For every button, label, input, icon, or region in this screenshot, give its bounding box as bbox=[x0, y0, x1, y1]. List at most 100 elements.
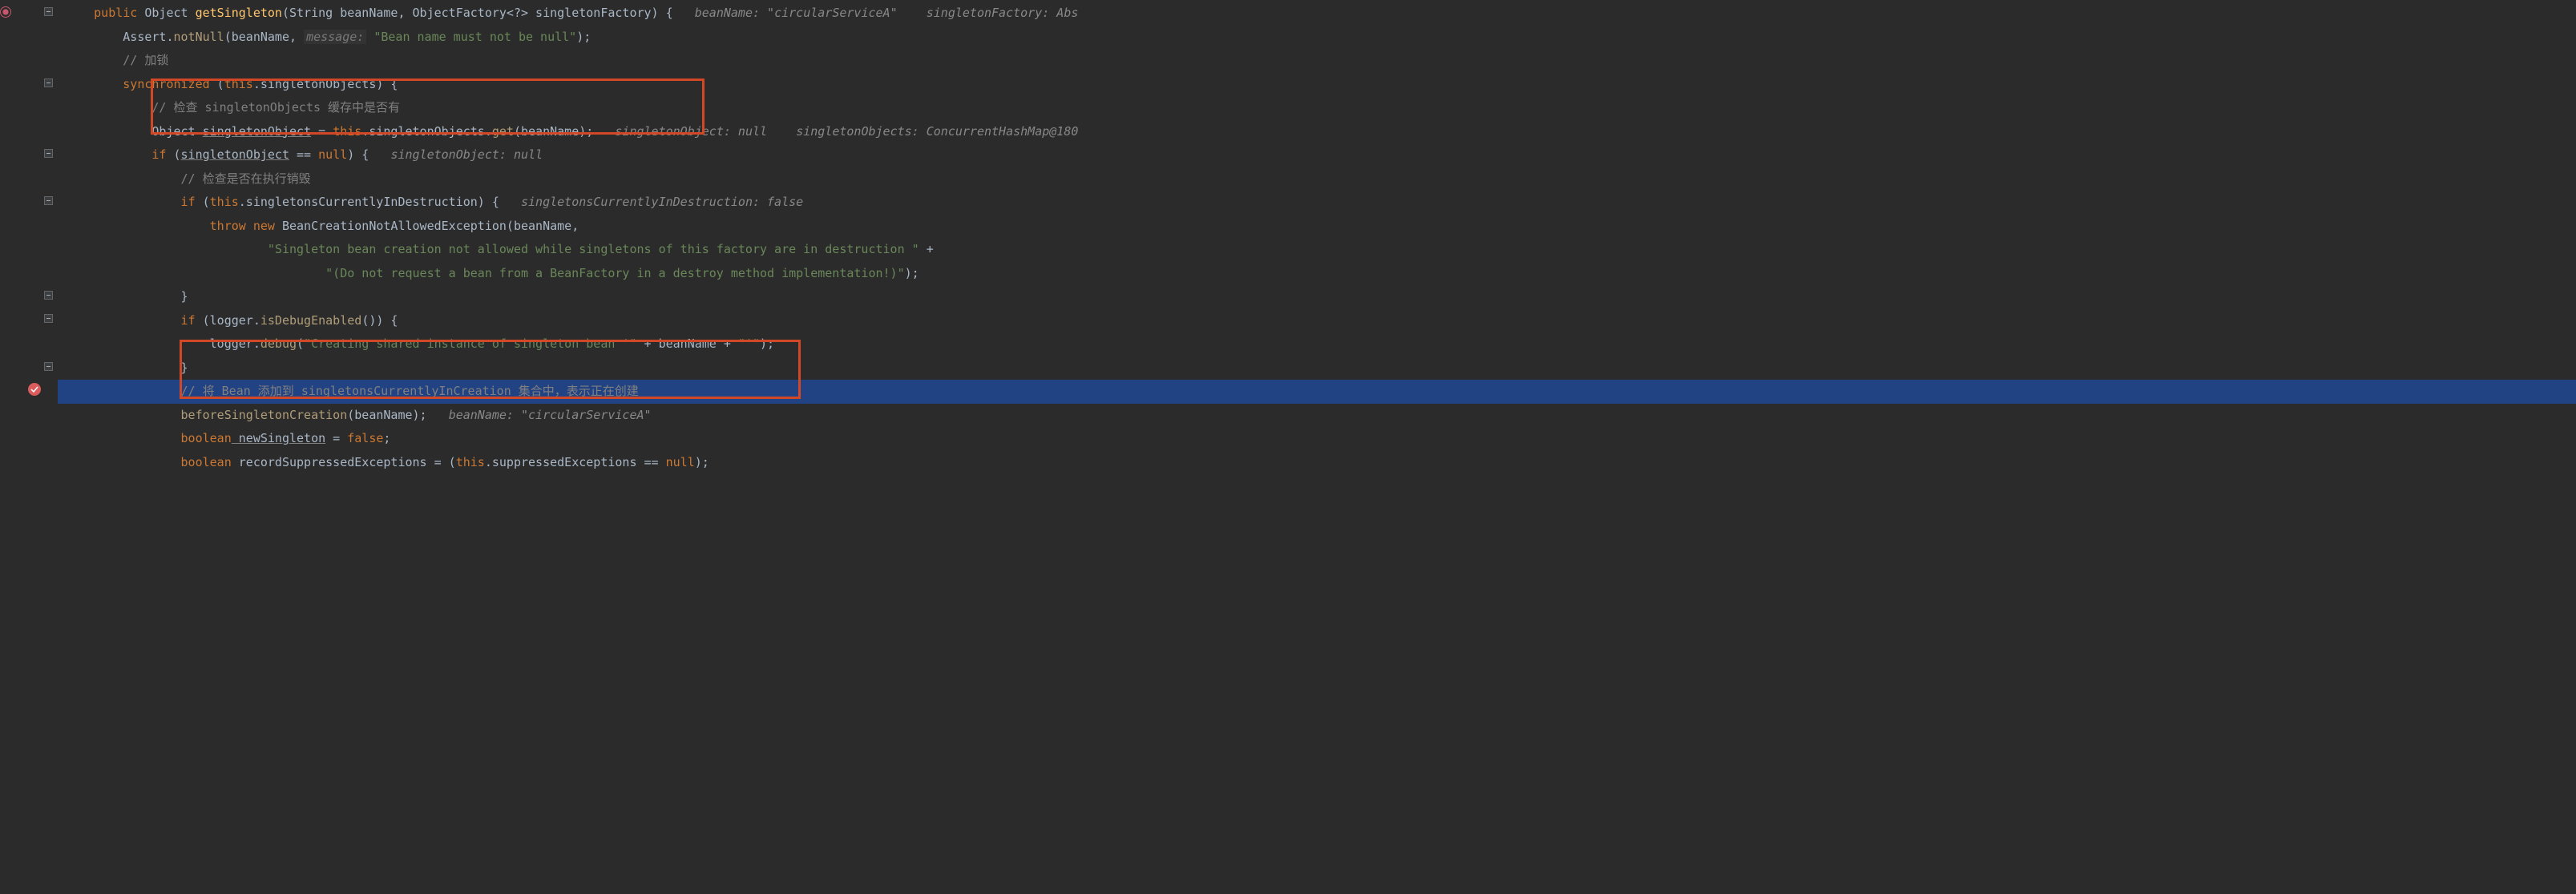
param-hint: message: bbox=[304, 30, 366, 44]
code: ); bbox=[576, 30, 591, 44]
code-line[interactable]: if (this.singletonsCurrentlyInDestructio… bbox=[58, 191, 2576, 215]
code: .singletonObjects. bbox=[361, 124, 492, 139]
keyword: synchronized bbox=[123, 77, 209, 91]
method-name: getSingleton bbox=[196, 6, 282, 20]
keyword: throw bbox=[210, 219, 246, 233]
editor-gutter[interactable] bbox=[0, 0, 58, 894]
code: (logger. bbox=[196, 313, 260, 328]
code-line[interactable]: boolean newSingleton = false; bbox=[58, 427, 2576, 451]
string: "Singleton bean creation not allowed whi… bbox=[268, 242, 919, 256]
code-line[interactable]: Object singletonObject = this.singletonO… bbox=[58, 120, 2576, 144]
variable: newSingleton bbox=[232, 431, 325, 445]
keyword: new bbox=[246, 219, 275, 233]
string: "(Do not request a bean from a BeanFacto… bbox=[325, 266, 904, 280]
code: (beanName); bbox=[347, 408, 426, 422]
code-line[interactable]: "Singleton bean creation not allowed whi… bbox=[58, 238, 2576, 262]
code: logger. bbox=[210, 336, 260, 351]
inlay-hint: singletonObject: null bbox=[615, 124, 767, 139]
code: + beanName + bbox=[636, 336, 737, 351]
variable: singletonObject bbox=[181, 147, 289, 162]
code: == bbox=[289, 147, 318, 162]
code: (beanName, bbox=[224, 30, 304, 44]
run-icon[interactable] bbox=[0, 6, 11, 18]
code: Assert. bbox=[123, 30, 173, 44]
code-line[interactable]: if (singletonObject == null) { singleton… bbox=[58, 143, 2576, 167]
code: .suppressedExceptions == bbox=[485, 455, 666, 469]
inlay-hint: singletonObject: null bbox=[390, 147, 543, 162]
code-line[interactable]: } bbox=[58, 285, 2576, 309]
code: ); bbox=[760, 336, 774, 351]
code: .singletonObjects bbox=[253, 77, 377, 91]
fold-icon[interactable] bbox=[44, 149, 53, 158]
code-line[interactable]: // 加锁 bbox=[58, 49, 2576, 73]
code: ()) { bbox=[361, 313, 398, 328]
string: "'" bbox=[738, 336, 760, 351]
string: "Bean name must not be null" bbox=[373, 30, 576, 44]
code: ( bbox=[166, 147, 180, 162]
keyword: if bbox=[181, 313, 196, 328]
code-area[interactable]: public Object getSingleton(String beanNa… bbox=[58, 0, 2576, 894]
comment: // 加锁 bbox=[123, 53, 168, 67]
code: ); bbox=[905, 266, 919, 280]
method-call: notNull bbox=[174, 30, 224, 44]
keyword: if bbox=[181, 195, 196, 209]
method-call: isDebugEnabled bbox=[260, 313, 361, 328]
fold-icon[interactable] bbox=[44, 314, 53, 323]
code: ( bbox=[210, 77, 224, 91]
keyword: false bbox=[347, 431, 383, 445]
code-line[interactable]: "(Do not request a bean from a BeanFacto… bbox=[58, 262, 2576, 286]
code-line[interactable]: if (logger.isDebugEnabled()) { bbox=[58, 309, 2576, 333]
method-call: beforeSingletonCreation bbox=[181, 408, 348, 422]
code: Object bbox=[151, 124, 202, 139]
fold-icon[interactable] bbox=[44, 7, 53, 16]
inlay-hint: beanName: "circularServiceA" bbox=[695, 6, 898, 20]
code: .singletonsCurrentlyInDestruction) { bbox=[239, 195, 499, 209]
breakpoint-icon[interactable] bbox=[28, 383, 41, 396]
keyword: boolean bbox=[181, 431, 232, 445]
checkmark-icon bbox=[30, 385, 38, 393]
type: Object bbox=[144, 6, 188, 20]
code-line[interactable]: Assert.notNull(beanName, message: "Bean … bbox=[58, 26, 2576, 50]
keyword: this bbox=[210, 195, 239, 209]
code-editor[interactable]: public Object getSingleton(String beanNa… bbox=[0, 0, 2576, 894]
keyword: if bbox=[151, 147, 166, 162]
fold-icon[interactable] bbox=[44, 362, 53, 371]
code: = bbox=[311, 124, 333, 139]
params: (String beanName, ObjectFactory<?> singl… bbox=[282, 6, 673, 20]
keyword: null bbox=[666, 455, 695, 469]
code-line[interactable]: // 检查是否在执行销毁 bbox=[58, 167, 2576, 191]
code: + bbox=[919, 242, 934, 256]
code: ) { bbox=[347, 147, 369, 162]
code-line[interactable]: synchronized (this.singletonObjects) { bbox=[58, 73, 2576, 97]
code-line[interactable]: public Object getSingleton(String beanNa… bbox=[58, 2, 2576, 26]
code: ) { bbox=[376, 77, 398, 91]
keyword: null bbox=[318, 147, 347, 162]
code: ( bbox=[297, 336, 304, 351]
keyword: this bbox=[333, 124, 361, 139]
code: = bbox=[325, 431, 347, 445]
code: ; bbox=[383, 431, 390, 445]
inlay-hint: singletonObjects: ConcurrentHashMap@180 bbox=[796, 124, 1078, 139]
comment: // 检查是否在执行销毁 bbox=[181, 171, 311, 186]
method-call: debug bbox=[260, 336, 297, 351]
fold-icon[interactable] bbox=[44, 79, 53, 87]
keyword: this bbox=[224, 77, 253, 91]
code-line[interactable]: beforeSingletonCreation(beanName); beanN… bbox=[58, 404, 2576, 428]
inlay-hint: beanName: "circularServiceA" bbox=[449, 408, 652, 422]
comment: // 将 Bean 添加到 singletonsCurrentlyInCreat… bbox=[181, 384, 639, 398]
brace: } bbox=[181, 289, 188, 304]
code-line[interactable]: // 检查 singletonObjects 缓存中是否有 bbox=[58, 96, 2576, 120]
comment: // 检查 singletonObjects 缓存中是否有 bbox=[151, 100, 400, 115]
variable: recordSuppressedExceptions = ( bbox=[232, 455, 456, 469]
code-line[interactable]: } bbox=[58, 356, 2576, 381]
fold-icon[interactable] bbox=[44, 196, 53, 205]
keyword: public bbox=[94, 6, 137, 20]
code-line[interactable]: boolean recordSuppressedExceptions = (th… bbox=[58, 451, 2576, 475]
variable: singletonObject bbox=[203, 124, 311, 139]
code-line[interactable]: logger.debug("Creating shared instance o… bbox=[58, 332, 2576, 356]
brace: } bbox=[181, 360, 188, 375]
code-line[interactable]: throw new BeanCreationNotAllowedExceptio… bbox=[58, 215, 2576, 239]
code-line[interactable]: // 将 Bean 添加到 singletonsCurrentlyInCreat… bbox=[58, 380, 2576, 404]
fold-icon[interactable] bbox=[44, 291, 53, 300]
code: BeanCreationNotAllowedException(beanName… bbox=[275, 219, 579, 233]
